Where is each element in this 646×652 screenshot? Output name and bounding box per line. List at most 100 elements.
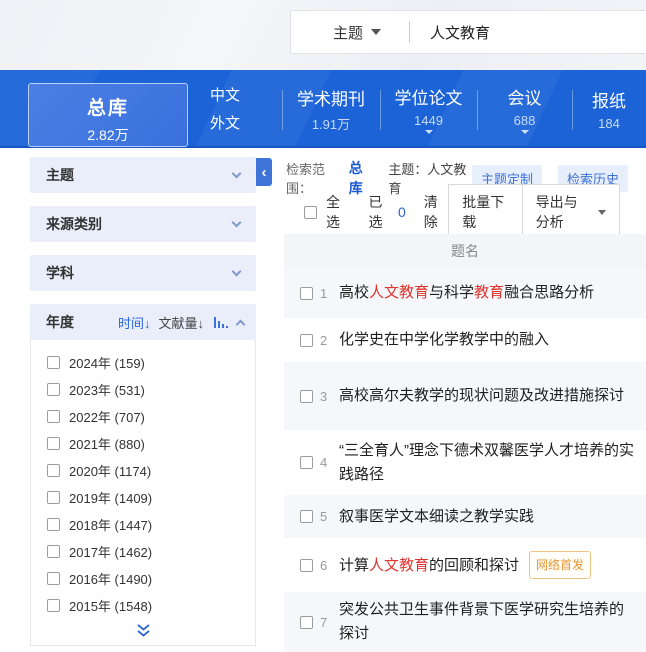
filter-source-type[interactable]: 来源类别: [30, 206, 256, 242]
year-checkbox[interactable]: [47, 356, 60, 369]
year-item[interactable]: 2023年 (531): [31, 376, 255, 403]
title-text: 高校: [339, 284, 369, 301]
export-analyze-button[interactable]: 导出与分析: [522, 185, 619, 239]
year-label: 2020年 (1174): [69, 461, 151, 480]
row-checkbox[interactable]: [300, 390, 313, 403]
result-row[interactable]: 6计算人文教育的回顾和探讨网络首发: [284, 538, 646, 592]
nav-tab-newspaper[interactable]: 报纸184: [572, 70, 646, 146]
results-toolbar: 全选 已选 0 清除 批量下载 导出与分析: [280, 194, 646, 230]
tab-chinese[interactable]: 中文: [210, 82, 240, 110]
row-checkbox[interactable]: [300, 510, 313, 523]
expand-more-icon[interactable]: [31, 623, 255, 638]
row-number: 2: [320, 333, 329, 348]
result-row[interactable]: 7 突发公共卫生事件背景下医学研究生培养的探讨: [284, 592, 646, 652]
year-checkbox[interactable]: [47, 383, 60, 396]
year-item[interactable]: 2022年 (707): [31, 403, 255, 430]
nav-tab-label: 会议: [508, 84, 542, 109]
year-checkbox[interactable]: [47, 491, 60, 504]
year-item[interactable]: 2016年 (1490): [31, 565, 255, 592]
sidebar-collapse-button[interactable]: ‹: [256, 158, 272, 186]
result-row[interactable]: 2 化学史在中学化学教学中的融入: [284, 318, 646, 362]
selected-count[interactable]: 0: [398, 204, 406, 220]
filter-stack: 主题来源类别学科 年度 时间↓ 文献量↓ 2024年 (159) 2023年 (5…: [30, 157, 256, 646]
table-header-title: 题名: [284, 234, 646, 268]
select-all-checkbox[interactable]: [304, 206, 317, 219]
row-checkbox[interactable]: [300, 559, 313, 572]
result-row[interactable]: 5叙事医学文本细读之教学实践: [284, 495, 646, 538]
highlighted-term: 人文教育: [369, 284, 429, 301]
title-text: 的回顾和探讨: [429, 557, 519, 574]
title-text: “三全育人”理念下德术双馨医学人才培养的实践路径: [339, 442, 634, 483]
nav-tab-label: 学位论文: [395, 84, 463, 109]
row-checkbox[interactable]: [300, 616, 313, 629]
sort-by-time[interactable]: 时间↓: [118, 313, 151, 332]
year-checkbox[interactable]: [47, 572, 60, 585]
result-title-link[interactable]: 高校人文教育与科学教育融合思路分析: [339, 281, 594, 305]
tab-foreign[interactable]: 外文: [210, 110, 240, 138]
nav-tab-count: 1.91万: [312, 114, 350, 133]
year-checkbox[interactable]: [47, 599, 60, 612]
filter-topic[interactable]: 主题: [30, 157, 256, 193]
year-filter-label: 年度: [46, 312, 74, 332]
database-category-tabs: 学术期刊1.91万学位论文1449 会议 688 报纸184: [282, 70, 646, 146]
result-row[interactable]: 3高校高尔夫教学的现状问题及改进措施探讨: [284, 362, 646, 430]
row-checkbox[interactable]: [300, 456, 313, 469]
year-checkbox[interactable]: [47, 545, 60, 558]
filter-label: 来源类别: [46, 214, 102, 234]
result-title-link[interactable]: 计算人文教育的回顾和探讨网络首发: [339, 551, 591, 579]
year-item[interactable]: 2017年 (1462): [31, 538, 255, 565]
year-checkbox[interactable]: [47, 464, 60, 477]
year-item[interactable]: 2024年 (159): [31, 349, 255, 376]
row-checkbox[interactable]: [300, 287, 313, 300]
result-title-link[interactable]: 突发公共卫生事件背景下医学研究生培养的探讨: [339, 598, 638, 646]
chevron-up-icon[interactable]: [236, 320, 246, 330]
search-field-dropdown[interactable]: 主题: [333, 22, 381, 43]
database-nav: 总库 2.82万 中文 外文 学术期刊1.91万学位论文1449 会议 688 报纸1…: [0, 70, 646, 148]
title-text: 计算: [339, 557, 369, 574]
batch-download-button[interactable]: 批量下载: [449, 185, 521, 239]
bar-chart-icon[interactable]: [214, 317, 228, 328]
tab-total-library[interactable]: 总库 2.82万: [28, 83, 188, 147]
language-tabs: 中文 外文: [210, 82, 240, 138]
caret-down-icon: [598, 210, 606, 215]
result-title-link[interactable]: 高校高尔夫教学的现状问题及改进措施探讨: [339, 384, 624, 408]
result-title-link[interactable]: 叙事医学文本细读之教学实践: [339, 505, 534, 529]
year-checkbox[interactable]: [47, 518, 60, 531]
nav-tab-conference[interactable]: 会议 688: [477, 70, 572, 146]
toolbar-button-group: 批量下载 导出与分析: [448, 184, 620, 240]
year-item[interactable]: 2018年 (1447): [31, 511, 255, 538]
search-input[interactable]: 人文教育: [430, 22, 490, 43]
year-item[interactable]: 2019年 (1409): [31, 484, 255, 511]
top-search-area: 主题 人文教育: [0, 0, 646, 70]
sort-desc-arrow-icon: ↓: [198, 316, 205, 331]
year-item[interactable]: 2015年 (1548): [31, 592, 255, 619]
year-checkbox[interactable]: [47, 437, 60, 450]
result-row[interactable]: 1 高校人文教育与科学教育融合思路分析: [284, 268, 646, 318]
clear-button[interactable]: 清除: [424, 192, 449, 232]
result-title-link[interactable]: 化学史在中学化学教学中的融入: [339, 328, 549, 352]
dropdown-caret-icon: [425, 130, 433, 134]
sort-by-count[interactable]: 文献量↓: [158, 313, 204, 332]
result-row[interactable]: 4 “三全育人”理念下德术双馨医学人才培养的实践路径: [284, 430, 646, 495]
select-all-label[interactable]: 全选: [326, 192, 351, 232]
highlighted-term: 教育: [474, 284, 504, 301]
highlighted-term: 人文教育: [369, 557, 429, 574]
row-checkbox[interactable]: [300, 334, 313, 347]
year-label: 2021年 (880): [69, 434, 145, 453]
chevron-down-icon: [232, 169, 242, 179]
row-number: 1: [320, 286, 329, 301]
filter-subject[interactable]: 学科: [30, 255, 256, 291]
nav-tab-thesis[interactable]: 学位论文1449: [380, 70, 477, 146]
nav-tab-count: 688: [514, 113, 536, 128]
year-checkbox[interactable]: [47, 410, 60, 423]
search-field-label: 主题: [333, 22, 363, 43]
year-item[interactable]: 2021年 (880): [31, 430, 255, 457]
result-title-link[interactable]: “三全育人”理念下德术双馨医学人才培养的实践路径: [339, 439, 638, 487]
row-number: 4: [320, 455, 329, 470]
year-label: 2024年 (159): [69, 353, 145, 372]
chevron-down-icon: [232, 267, 242, 277]
nav-tab-academic-journal[interactable]: 学术期刊1.91万: [282, 70, 380, 146]
search-box: 主题 人文教育: [290, 10, 646, 54]
row-number: 7: [320, 615, 329, 630]
year-item[interactable]: 2020年 (1174): [31, 457, 255, 484]
